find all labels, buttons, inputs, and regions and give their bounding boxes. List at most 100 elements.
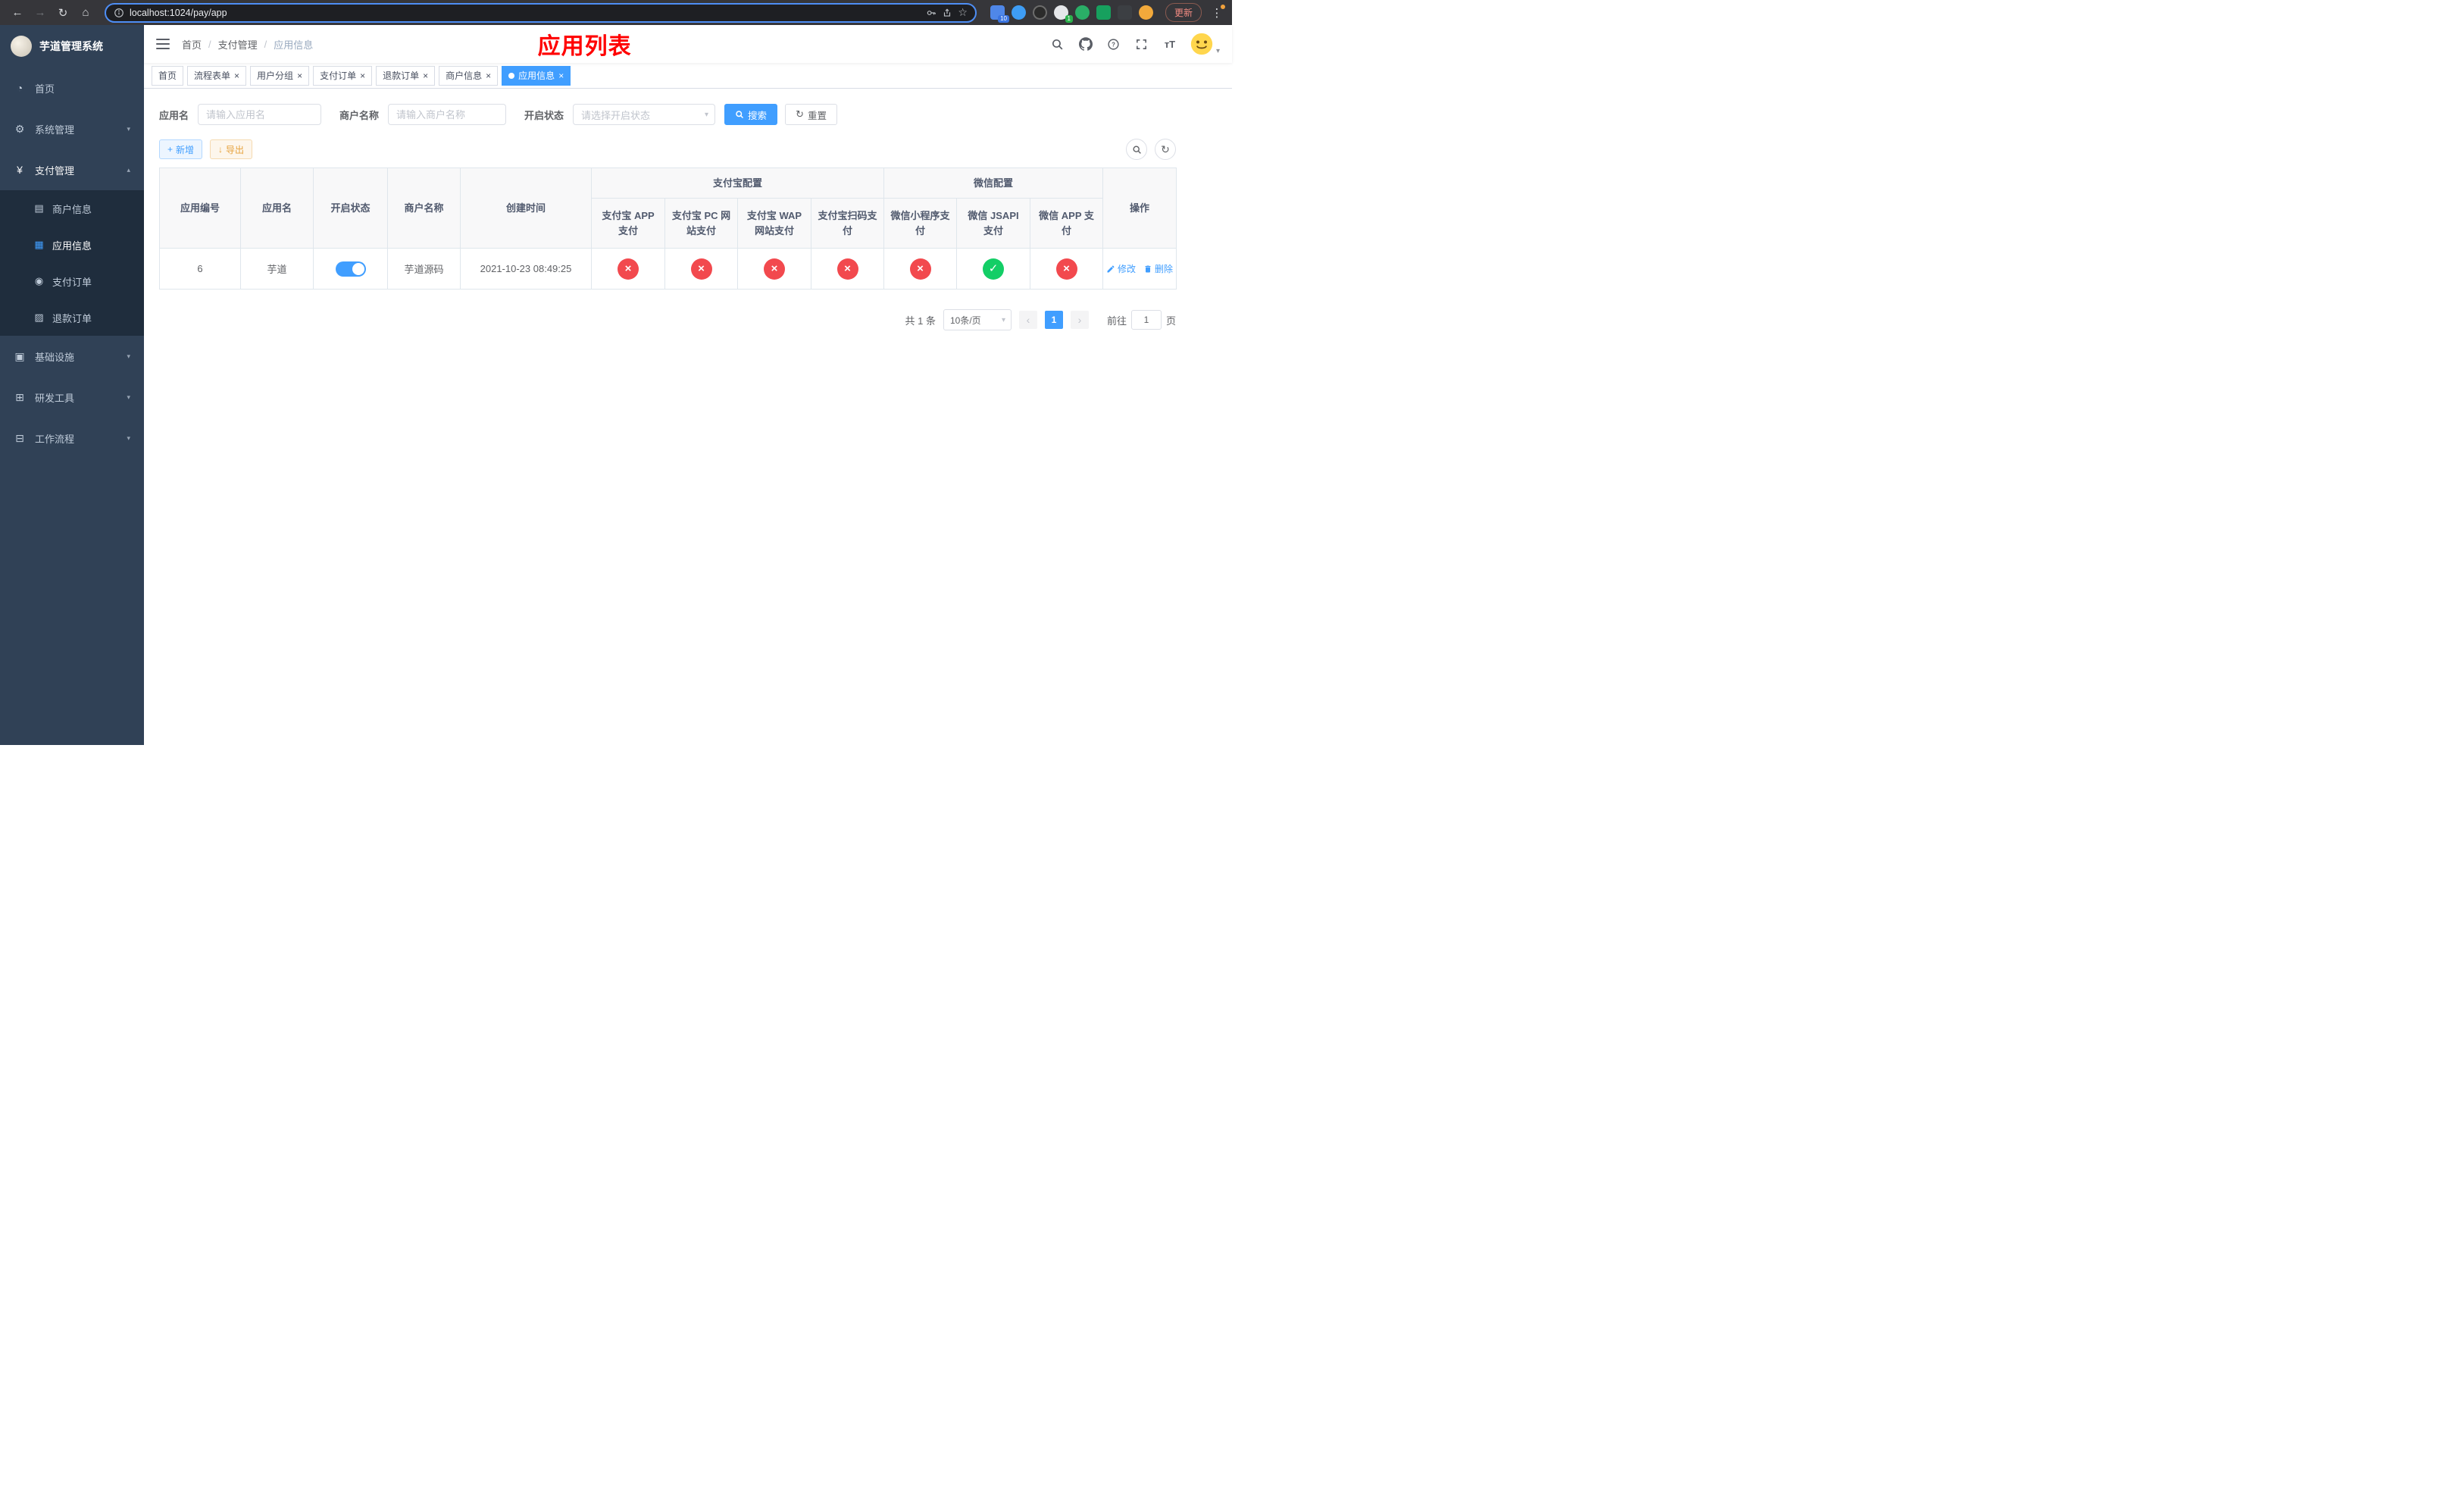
extension-icon-2[interactable] [1011, 5, 1026, 20]
prev-page-button[interactable]: ‹ [1018, 311, 1037, 329]
col-created: 创建时间 [460, 167, 592, 249]
tab-app-info[interactable]: 应用信息 × [502, 65, 571, 86]
sidebar-item-refund-order[interactable]: ▨ 退款订单 [0, 299, 144, 336]
sidebar-item-pay-order[interactable]: ◉ 支付订单 [0, 263, 144, 299]
add-button[interactable]: + 新增 [159, 139, 203, 159]
sidebar-item-payment[interactable]: ¥ 支付管理 ▴ [0, 149, 144, 190]
tab-label: 用户分组 [257, 70, 294, 81]
page-size-select[interactable]: 10条/页 ▾ [943, 309, 1012, 330]
browser-home-button[interactable]: ⌂ [76, 3, 95, 23]
refresh-icon: ↻ [796, 108, 804, 120]
col-wechat-app: 微信 APP 支付 [1030, 198, 1104, 249]
breadcrumb-home[interactable]: 首页 [182, 37, 202, 52]
export-button[interactable]: ↓ 导出 [210, 139, 253, 159]
user-avatar[interactable]: ▾ [1190, 33, 1220, 55]
close-icon[interactable]: × [558, 71, 564, 80]
col-app-name: 应用名 [240, 167, 314, 249]
app-logo[interactable]: 芋道管理系统 [0, 25, 144, 67]
sidebar-item-devtools[interactable]: ⊞ 研发工具 ▾ [0, 377, 144, 418]
tab-refund-order[interactable]: 退款订单 × [376, 65, 436, 86]
infra-icon: ▣ [14, 349, 25, 362]
sidebar-toggle-icon[interactable] [156, 39, 170, 49]
close-icon[interactable]: × [297, 71, 302, 80]
toggle-search-button[interactable] [1126, 139, 1147, 160]
sidebar-item-system[interactable]: ⚙ 系统管理 ▾ [0, 108, 144, 149]
tab-pay-order[interactable]: 支付订单 × [313, 65, 373, 86]
extension-icon-8[interactable] [1138, 5, 1153, 20]
reset-button[interactable]: ↻ 重置 [785, 104, 837, 125]
sidebar-item-workflow[interactable]: ⊟ 工作流程 ▾ [0, 418, 144, 459]
browser-toolbar: ← → ↻ ⌂ localhost:1024/pay/app ☆ 10 1 更新… [0, 0, 1232, 25]
bookmark-star-icon[interactable]: ☆ [958, 6, 968, 19]
close-icon[interactable]: × [360, 71, 365, 80]
search-form: 应用名 商户名称 开启状态 请选择开启状态 ▾ 搜索 ↻ 重置 [159, 104, 1217, 125]
tab-home[interactable]: 首页 [152, 65, 184, 86]
site-info-icon[interactable] [114, 8, 124, 18]
avatar-image [1190, 33, 1213, 55]
address-bar[interactable]: localhost:1024/pay/app ☆ [105, 2, 977, 23]
extension-icon-5[interactable] [1074, 5, 1090, 20]
extension-icon-4[interactable]: 1 [1053, 5, 1073, 23]
close-icon[interactable]: × [486, 71, 491, 80]
merchant-icon: ▤ [34, 202, 44, 214]
search-icon[interactable] [1050, 36, 1065, 52]
tab-process-form[interactable]: 流程表单 × [187, 65, 247, 86]
extension-icon-7[interactable] [1117, 5, 1132, 20]
password-key-icon[interactable] [926, 8, 937, 18]
sidebar-item-label: 基础设施 [35, 351, 75, 363]
font-size-icon[interactable]: тT [1162, 36, 1177, 52]
app-name-input[interactable] [198, 104, 322, 125]
svg-text:?: ? [1112, 41, 1116, 48]
close-icon[interactable]: × [234, 71, 239, 80]
browser-update-button[interactable]: 更新 [1165, 3, 1202, 22]
tab-merchant-info[interactable]: 商户信息 × [439, 65, 499, 86]
extension-icon-3[interactable] [1032, 5, 1047, 20]
alipay-wap-disabled-icon: × [764, 258, 785, 280]
delete-link[interactable]: 删除 [1143, 262, 1173, 275]
goto-page-input[interactable] [1130, 310, 1162, 330]
help-icon[interactable]: ? [1106, 36, 1121, 52]
refresh-table-button[interactable]: ↻ [1155, 139, 1176, 160]
page-1-button[interactable]: 1 [1044, 311, 1063, 329]
alipay-qr-disabled-icon: × [836, 258, 858, 280]
sidebar-item-infra[interactable]: ▣ 基础设施 ▾ [0, 336, 144, 377]
share-icon[interactable] [942, 8, 952, 18]
breadcrumb-payment[interactable]: 支付管理 [218, 37, 258, 52]
merchant-name-input[interactable] [388, 104, 507, 125]
tags-view: 首页 流程表单 × 用户分组 × 支付订单 × 退款订单 × 商户信息 × 应用… [144, 63, 1232, 89]
github-icon[interactable] [1078, 36, 1093, 52]
right-toolbar: ↻ [1126, 139, 1176, 160]
extension-badge: 1 [1065, 15, 1073, 23]
sidebar-item-home[interactable]: ◔ 首页 [0, 67, 144, 108]
next-page-button[interactable]: › [1070, 311, 1089, 329]
status-select[interactable]: 请选择开启状态 ▾ [573, 104, 716, 125]
col-actions: 操作 [1102, 167, 1177, 249]
close-icon[interactable]: × [423, 71, 428, 80]
browser-reload-button[interactable]: ↻ [53, 3, 73, 23]
extensions-cluster: 10 1 [990, 5, 1153, 23]
tab-user-group[interactable]: 用户分组 × [250, 65, 310, 86]
app-title: 芋道管理系统 [39, 40, 103, 52]
page-title: 应用列表 [537, 34, 632, 59]
extension-icon-6[interactable] [1096, 5, 1111, 20]
trash-icon [1145, 265, 1151, 272]
browser-back-button[interactable]: ← [8, 3, 27, 23]
extension-icon-1[interactable]: 10 [990, 5, 1009, 23]
browser-forward-button[interactable]: → [30, 3, 50, 23]
browser-menu-button[interactable]: ⋮ [1209, 4, 1225, 20]
tab-label: 支付订单 [320, 70, 357, 81]
sidebar-item-merchant-info[interactable]: ▤ 商户信息 [0, 190, 144, 227]
cell-app-name: 芋道 [240, 248, 314, 290]
edit-link[interactable]: 修改 [1106, 262, 1136, 275]
sidebar-item-label: 支付管理 [35, 164, 75, 177]
goto-label: 前往 [1106, 315, 1127, 327]
devtool-icon: ⊞ [15, 390, 24, 403]
sidebar-item-app-info[interactable]: ▦ 应用信息 [0, 227, 144, 263]
col-alipay-pc: 支付宝 PC 网站支付 [664, 198, 738, 249]
gear-icon: ⚙ [14, 122, 25, 135]
status-toggle[interactable] [335, 261, 366, 277]
status-select-placeholder: 请选择开启状态 [581, 109, 651, 121]
fullscreen-icon[interactable] [1134, 36, 1149, 52]
app-shell: 芋道管理系统 ◔ 首页 ⚙ 系统管理 ▾ ¥ 支付管理 ▴ ▤ 商户信息 ▦ 应… [0, 25, 1232, 745]
search-button[interactable]: 搜索 [724, 104, 778, 125]
